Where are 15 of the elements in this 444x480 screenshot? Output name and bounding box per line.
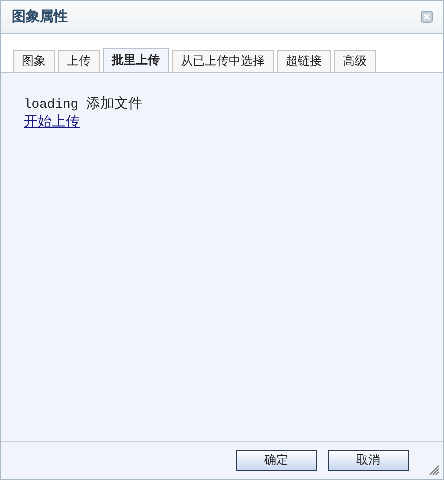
tab[interactable]: 高级 (334, 50, 376, 72)
tab[interactable]: 超链接 (277, 50, 331, 72)
close-icon (421, 11, 433, 23)
tab[interactable]: 从已上传中选择 (172, 50, 274, 72)
dialog-button[interactable]: 取消 (328, 450, 409, 471)
dialog-button[interactable]: 确定 (236, 450, 317, 471)
tab[interactable]: 图象 (13, 50, 55, 72)
resize-grip-icon (428, 464, 440, 476)
tab[interactable]: 批里上传 (103, 48, 169, 72)
start-upload-link[interactable]: 开始上传 (24, 113, 80, 131)
tab[interactable]: 上传 (58, 50, 100, 72)
window-title: 图象属性 (12, 8, 68, 26)
close-button[interactable] (421, 11, 433, 23)
add-files-label[interactable]: 添加文件 (86, 95, 143, 113)
status-text: loading (24, 97, 79, 112)
